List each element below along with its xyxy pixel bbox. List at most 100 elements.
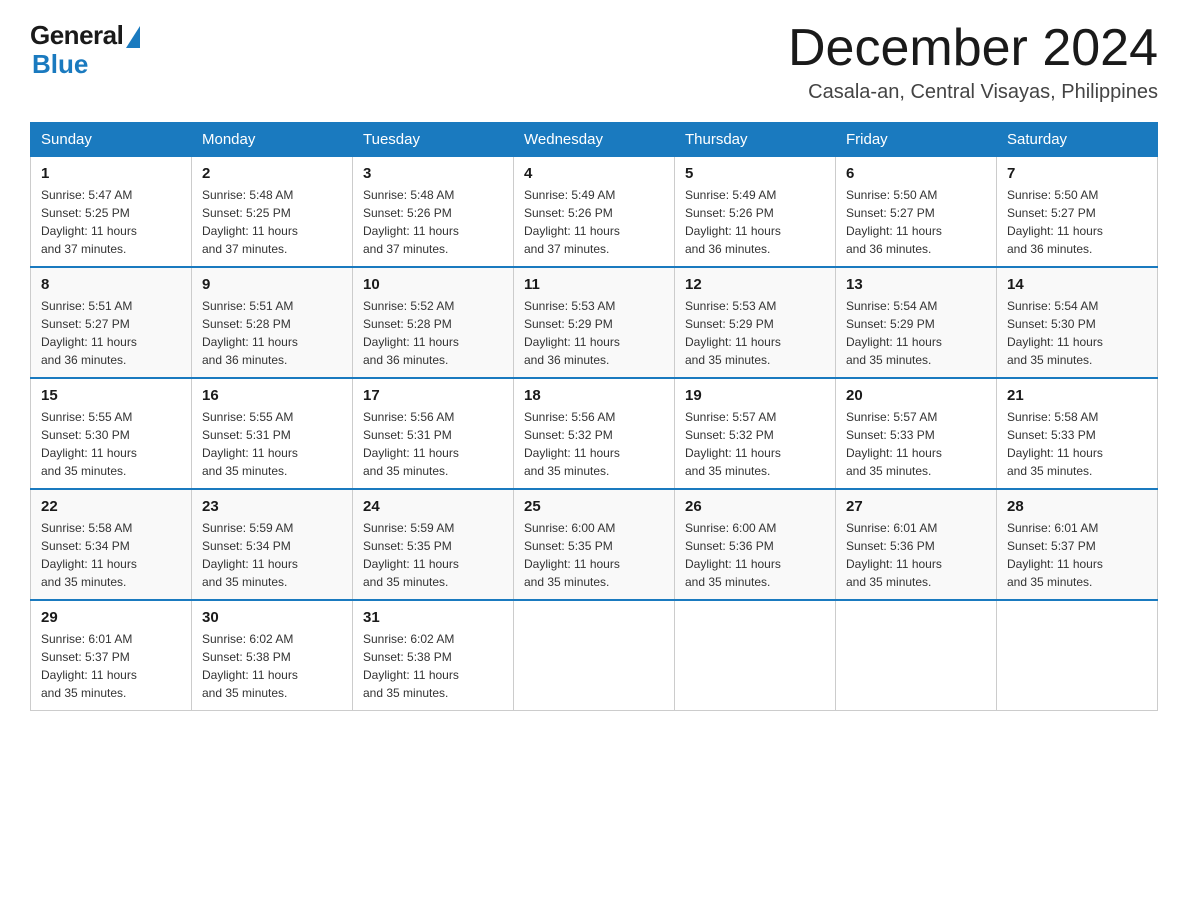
logo: General Blue — [30, 20, 140, 80]
day-number: 28 — [1007, 498, 1147, 515]
table-row — [836, 600, 997, 711]
col-saturday: Saturday — [997, 123, 1158, 157]
table-row: 14 Sunrise: 5:54 AMSunset: 5:30 PMDayligh… — [997, 267, 1158, 378]
day-info: Sunrise: 5:49 AMSunset: 5:26 PMDaylight:… — [524, 186, 664, 258]
day-info: Sunrise: 5:53 AMSunset: 5:29 PMDaylight:… — [524, 297, 664, 369]
day-number: 20 — [846, 387, 986, 404]
day-info: Sunrise: 5:52 AMSunset: 5:28 PMDaylight:… — [363, 297, 503, 369]
day-info: Sunrise: 5:59 AMSunset: 5:34 PMDaylight:… — [202, 519, 342, 591]
day-number: 5 — [685, 165, 825, 182]
day-number: 10 — [363, 276, 503, 293]
day-number: 23 — [202, 498, 342, 515]
col-wednesday: Wednesday — [514, 123, 675, 157]
day-number: 27 — [846, 498, 986, 515]
col-tuesday: Tuesday — [353, 123, 514, 157]
table-row: 30 Sunrise: 6:02 AMSunset: 5:38 PMDayligh… — [192, 600, 353, 711]
calendar-week-row: 22 Sunrise: 5:58 AMSunset: 5:34 PMDayligh… — [31, 489, 1158, 600]
day-number: 18 — [524, 387, 664, 404]
table-row: 9 Sunrise: 5:51 AMSunset: 5:28 PMDaylight… — [192, 267, 353, 378]
day-number: 15 — [41, 387, 181, 404]
table-row — [997, 600, 1158, 711]
day-number: 13 — [846, 276, 986, 293]
table-row: 31 Sunrise: 6:02 AMSunset: 5:38 PMDayligh… — [353, 600, 514, 711]
day-number: 14 — [1007, 276, 1147, 293]
table-row: 8Sunrise: 5:51 AMSunset: 5:27 PMDaylight… — [31, 267, 192, 378]
calendar-table: Sunday Monday Tuesday Wednesday Thursday… — [30, 122, 1158, 711]
day-number: 6 — [846, 165, 986, 182]
page-header: General Blue December 2024 Casala-an, Ce… — [30, 20, 1158, 104]
table-row: 22 Sunrise: 5:58 AMSunset: 5:34 PMDayligh… — [31, 489, 192, 600]
month-title: December 2024 — [788, 20, 1158, 77]
day-number: 30 — [202, 609, 342, 626]
day-info: Sunrise: 5:53 AMSunset: 5:29 PMDaylight:… — [685, 297, 825, 369]
day-info: Sunrise: 5:50 AMSunset: 5:27 PMDaylight:… — [1007, 186, 1147, 258]
day-number: 11 — [524, 276, 664, 293]
day-number: 3 — [363, 165, 503, 182]
day-info: Sunrise: 5:58 AMSunset: 5:33 PMDaylight:… — [1007, 408, 1147, 480]
calendar-week-row: 29 Sunrise: 6:01 AMSunset: 5:37 PMDayligh… — [31, 600, 1158, 711]
day-info: Sunrise: 6:00 AMSunset: 5:35 PMDaylight:… — [524, 519, 664, 591]
table-row: 24Sunrise: 5:59 AMSunset: 5:35 PMDayligh… — [353, 489, 514, 600]
day-number: 26 — [685, 498, 825, 515]
day-info: Sunrise: 5:56 AMSunset: 5:32 PMDaylight:… — [524, 408, 664, 480]
table-row: 10 Sunrise: 5:52 AMSunset: 5:28 PMDayligh… — [353, 267, 514, 378]
calendar-week-row: 1Sunrise: 5:47 AMSunset: 5:25 PMDaylight… — [31, 157, 1158, 268]
calendar-week-row: 15 Sunrise: 5:55 AMSunset: 5:30 PMDayligh… — [31, 378, 1158, 489]
day-info: Sunrise: 6:02 AMSunset: 5:38 PMDaylight:… — [363, 630, 503, 702]
logo-general-text: General — [30, 20, 123, 51]
table-row: 2Sunrise: 5:48 AMSunset: 5:25 PMDaylight… — [192, 157, 353, 268]
day-info: Sunrise: 5:56 AMSunset: 5:31 PMDaylight:… — [363, 408, 503, 480]
day-info: Sunrise: 5:48 AMSunset: 5:25 PMDaylight:… — [202, 186, 342, 258]
day-number: 4 — [524, 165, 664, 182]
day-info: Sunrise: 6:02 AMSunset: 5:38 PMDaylight:… — [202, 630, 342, 702]
table-row: 3 Sunrise: 5:48 AMSunset: 5:26 PMDaylight… — [353, 157, 514, 268]
table-row: 20 Sunrise: 5:57 AMSunset: 5:33 PMDayligh… — [836, 378, 997, 489]
table-row: 21Sunrise: 5:58 AMSunset: 5:33 PMDayligh… — [997, 378, 1158, 489]
day-info: Sunrise: 5:58 AMSunset: 5:34 PMDaylight:… — [41, 519, 181, 591]
table-row: 27 Sunrise: 6:01 AMSunset: 5:36 PMDayligh… — [836, 489, 997, 600]
day-number: 31 — [363, 609, 503, 626]
table-row: 6 Sunrise: 5:50 AMSunset: 5:27 PMDaylight… — [836, 157, 997, 268]
day-info: Sunrise: 5:49 AMSunset: 5:26 PMDaylight:… — [685, 186, 825, 258]
day-number: 25 — [524, 498, 664, 515]
table-row — [514, 600, 675, 711]
day-info: Sunrise: 5:57 AMSunset: 5:33 PMDaylight:… — [846, 408, 986, 480]
table-row — [675, 600, 836, 711]
table-row: 18 Sunrise: 5:56 AMSunset: 5:32 PMDayligh… — [514, 378, 675, 489]
day-info: Sunrise: 5:51 AMSunset: 5:28 PMDaylight:… — [202, 297, 342, 369]
day-info: Sunrise: 5:50 AMSunset: 5:27 PMDaylight:… — [846, 186, 986, 258]
day-info: Sunrise: 5:48 AMSunset: 5:26 PMDaylight:… — [363, 186, 503, 258]
table-row: 4 Sunrise: 5:49 AMSunset: 5:26 PMDaylight… — [514, 157, 675, 268]
table-row: 15 Sunrise: 5:55 AMSunset: 5:30 PMDayligh… — [31, 378, 192, 489]
col-friday: Friday — [836, 123, 997, 157]
table-row: 13 Sunrise: 5:54 AMSunset: 5:29 PMDayligh… — [836, 267, 997, 378]
table-row: 19Sunrise: 5:57 AMSunset: 5:32 PMDayligh… — [675, 378, 836, 489]
table-row: 11 Sunrise: 5:53 AMSunset: 5:29 PMDayligh… — [514, 267, 675, 378]
table-row: 23 Sunrise: 5:59 AMSunset: 5:34 PMDayligh… — [192, 489, 353, 600]
col-thursday: Thursday — [675, 123, 836, 157]
table-row: 17 Sunrise: 5:56 AMSunset: 5:31 PMDayligh… — [353, 378, 514, 489]
day-info: Sunrise: 5:57 AMSunset: 5:32 PMDaylight:… — [685, 408, 825, 480]
day-number: 22 — [41, 498, 181, 515]
table-row: 1Sunrise: 5:47 AMSunset: 5:25 PMDaylight… — [31, 157, 192, 268]
day-info: Sunrise: 5:54 AMSunset: 5:30 PMDaylight:… — [1007, 297, 1147, 369]
table-row: 12 Sunrise: 5:53 AMSunset: 5:29 PMDayligh… — [675, 267, 836, 378]
col-sunday: Sunday — [31, 123, 192, 157]
day-info: Sunrise: 6:00 AMSunset: 5:36 PMDaylight:… — [685, 519, 825, 591]
day-number: 12 — [685, 276, 825, 293]
day-info: Sunrise: 5:55 AMSunset: 5:30 PMDaylight:… — [41, 408, 181, 480]
day-info: Sunrise: 6:01 AMSunset: 5:37 PMDaylight:… — [41, 630, 181, 702]
table-row: 5 Sunrise: 5:49 AMSunset: 5:26 PMDaylight… — [675, 157, 836, 268]
location-subtitle: Casala-an, Central Visayas, Philippines — [788, 81, 1158, 104]
day-info: Sunrise: 6:01 AMSunset: 5:37 PMDaylight:… — [1007, 519, 1147, 591]
day-number: 17 — [363, 387, 503, 404]
calendar-week-row: 8Sunrise: 5:51 AMSunset: 5:27 PMDaylight… — [31, 267, 1158, 378]
day-number: 24 — [363, 498, 503, 515]
day-number: 29 — [41, 609, 181, 626]
day-number: 16 — [202, 387, 342, 404]
day-info: Sunrise: 5:54 AMSunset: 5:29 PMDaylight:… — [846, 297, 986, 369]
day-number: 9 — [202, 276, 342, 293]
table-row: 25 Sunrise: 6:00 AMSunset: 5:35 PMDayligh… — [514, 489, 675, 600]
day-info: Sunrise: 6:01 AMSunset: 5:36 PMDaylight:… — [846, 519, 986, 591]
day-number: 1 — [41, 165, 181, 182]
